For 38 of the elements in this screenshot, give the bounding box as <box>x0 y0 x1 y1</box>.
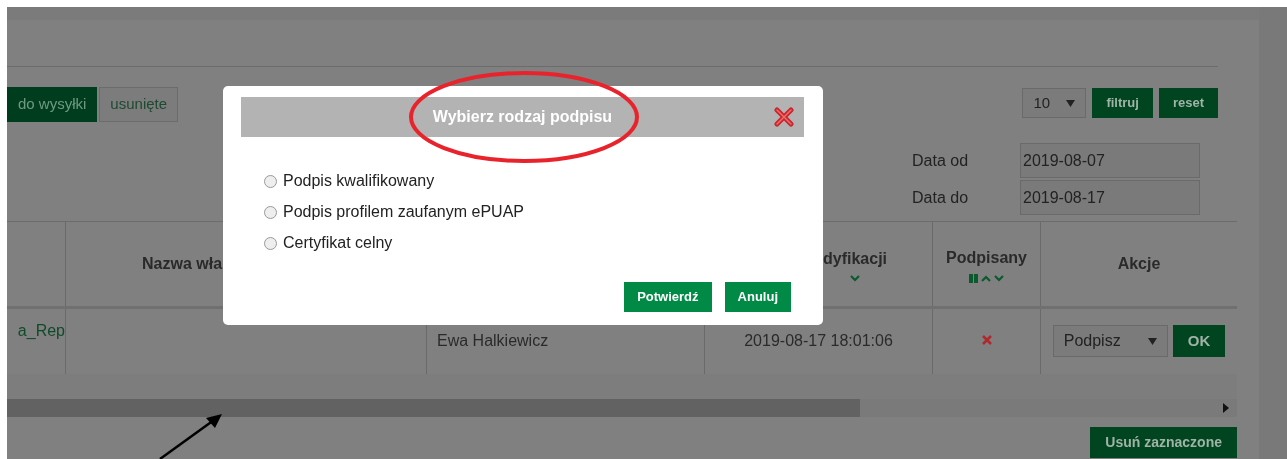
radio-option[interactable]: Podpis kwalifikowany <box>264 171 823 191</box>
dropdown-caret-icon <box>1147 337 1157 345</box>
sort-down-icon[interactable] <box>850 274 860 282</box>
table-cell-text: 2019-08-17 18:01:06 <box>744 331 893 351</box>
radio-option[interactable]: Podpis profilem zaufanym ePUAP <box>264 202 823 222</box>
filter-button[interactable]: reset <box>1158 88 1218 118</box>
radio-button[interactable] <box>264 174 277 188</box>
radio-button[interactable] <box>264 236 277 250</box>
document-link[interactable]: a_Rep <box>17 319 65 374</box>
dialog-button[interactable]: Potwierdź <box>624 282 712 312</box>
sort-down-icon[interactable] <box>994 274 1004 282</box>
column-header: Akcje <box>1117 254 1161 274</box>
dialog-title: Wybierz rodzaj podpisu <box>432 107 613 127</box>
filter-icon[interactable] <box>969 273 978 283</box>
dropdown-caret-icon <box>1066 99 1076 107</box>
table-cell: Ewa Halkiewicz <box>437 332 549 349</box>
dialog-button[interactable]: Anuluj <box>724 282 791 312</box>
date-field[interactable]: 2019-08-17 <box>1020 180 1200 215</box>
horizontal-scrollbar[interactable] <box>7 399 1237 417</box>
date-field[interactable]: 2019-08-07 <box>1020 143 1200 178</box>
tab[interactable]: usunięte <box>99 87 179 122</box>
date-label: Data od <box>912 150 970 171</box>
column-header: Nazwa wła <box>142 254 223 274</box>
delete-selected-button[interactable]: Usuń zaznaczone <box>1090 427 1237 458</box>
column-header: dyfikacji <box>823 248 888 269</box>
scrollbar-thumb[interactable] <box>7 399 860 417</box>
page-size-select[interactable]: 10 <box>1022 88 1087 118</box>
column-header: Podpisany <box>946 247 1027 268</box>
scroll-right-icon[interactable] <box>1223 403 1229 413</box>
radio-button[interactable] <box>264 205 277 219</box>
sort-up-icon[interactable] <box>981 274 991 282</box>
filter-button[interactable]: filtruj <box>1092 88 1153 118</box>
close-icon[interactable] <box>774 107 794 127</box>
ok-button[interactable]: OK <box>1172 325 1226 357</box>
date-label: Data do <box>912 187 970 208</box>
radio-option[interactable]: Certyfikat celny <box>264 233 823 253</box>
action-select[interactable]: Podpisz <box>1052 325 1168 357</box>
tab[interactable]: do wysyłki <box>7 87 98 122</box>
